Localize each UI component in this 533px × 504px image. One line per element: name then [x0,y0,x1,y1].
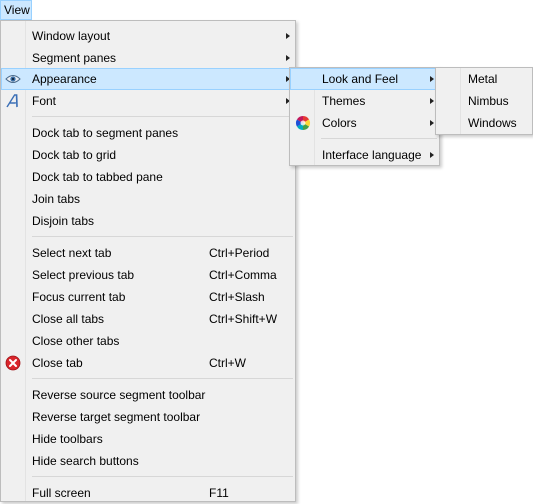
menu-separator [32,236,293,237]
menu-item-label: Look and Feel [322,72,399,86]
menu-item-shortcut: Ctrl+Comma [209,268,277,282]
menu-item-select-previous-tab[interactable]: Select previous tab Ctrl+Comma [1,264,295,286]
menu-item-label: Reverse source segment toolbar [32,388,206,402]
eye-icon [5,75,21,83]
menu-item-dock-tabbed-pane[interactable]: Dock tab to tabbed pane [1,166,295,188]
menu-item-metal[interactable]: Metal [436,68,532,90]
menu-item-close-tab[interactable]: Close tab Ctrl+W [1,352,295,374]
menu-item-dock-grid[interactable]: Dock tab to grid [1,144,295,166]
menu-item-label: Select next tab [32,246,112,260]
menu-item-shortcut: F11 [209,486,229,500]
menu-item-label: Close all tabs [32,312,105,326]
menu-item-label: Interface language [322,148,422,162]
submenu-arrow-icon [286,33,290,39]
menu-item-nimbus[interactable]: Nimbus [436,90,532,112]
menu-item-shortcut: Ctrl+Slash [209,290,265,304]
submenu-arrow-icon [430,76,434,82]
submenu-arrow-icon [430,152,434,158]
menu-item-windows[interactable]: Windows [436,112,532,134]
menu-item-label: Appearance [32,72,97,86]
menu-item-label: Close other tabs [32,334,120,348]
menu-item-hide-search-buttons[interactable]: Hide search buttons [1,450,295,472]
menu-item-themes[interactable]: Themes [290,90,439,112]
menubar-view[interactable]: View [0,0,32,20]
menu-item-label: Metal [468,72,498,86]
menu-item-label: Dock tab to segment panes [32,126,179,140]
menu-item-shortcut: Ctrl+Period [209,246,270,260]
menu-item-label: Font [32,94,57,108]
menu-item-label: Close tab [32,356,83,370]
menu-item-label: Dock tab to tabbed pane [32,170,163,184]
menu-item-hide-toolbars[interactable]: Hide toolbars [1,428,295,450]
menu-item-label: Hide toolbars [32,432,103,446]
menu-item-colors[interactable]: Colors [290,112,439,134]
menu-item-font[interactable]: Font [1,90,295,112]
view-menu: Window layout Segment panes Appearance F… [0,20,296,502]
appearance-submenu: Look and Feel Themes Colors Interface la… [289,67,440,166]
menu-separator [32,476,293,477]
menu-item-shortcut: Ctrl+Shift+W [209,312,278,326]
menu-item-reverse-target-toolbar[interactable]: Reverse target segment toolbar [1,406,295,428]
menu-item-label: Themes [322,94,366,108]
menu-item-label: Reverse target segment toolbar [32,410,201,424]
menu-item-reverse-source-toolbar[interactable]: Reverse source segment toolbar [1,384,295,406]
menu-separator [321,138,437,139]
menu-item-label: Windows [468,116,517,130]
menu-item-full-screen[interactable]: Full screen F11 [1,482,295,504]
menu-item-label: Nimbus [468,94,509,108]
menu-item-label: Disjoin tabs [32,214,95,228]
menu-item-label: Segment panes [32,51,117,65]
menu-item-label: Window layout [32,29,111,43]
menu-item-shortcut: Ctrl+W [209,356,246,370]
menu-item-look-and-feel[interactable]: Look and Feel [290,68,439,90]
menu-item-join-tabs[interactable]: Join tabs [1,188,295,210]
submenu-arrow-icon [430,120,434,126]
close-red-icon [5,355,21,371]
color-wheel-icon [296,116,310,130]
menu-item-close-all-tabs[interactable]: Close all tabs Ctrl+Shift+W [1,308,295,330]
look-and-feel-submenu: Metal Nimbus Windows [435,67,533,135]
menu-item-focus-current-tab[interactable]: Focus current tab Ctrl+Slash [1,286,295,308]
menu-item-segment-panes[interactable]: Segment panes [1,47,295,69]
menu-separator [32,116,293,117]
menu-item-label: Dock tab to grid [32,148,117,162]
submenu-arrow-icon [430,98,434,104]
menu-item-label: Join tabs [32,192,81,206]
menu-item-dock-segment-panes[interactable]: Dock tab to segment panes [1,122,295,144]
menu-item-label: Full screen [32,486,91,500]
menu-item-window-layout[interactable]: Window layout [1,25,295,47]
menu-item-appearance[interactable]: Appearance [1,68,295,90]
menu-item-label: Focus current tab [32,290,126,304]
menu-item-label: Hide search buttons [32,454,139,468]
menu-item-close-other-tabs[interactable]: Close other tabs [1,330,295,352]
font-icon [6,94,18,108]
menu-item-label: Colors [322,116,357,130]
menu-item-disjoin-tabs[interactable]: Disjoin tabs [1,210,295,232]
menu-item-label: Select previous tab [32,268,135,282]
submenu-arrow-icon [286,55,290,61]
menu-item-interface-language[interactable]: Interface language [290,144,439,166]
menu-separator [32,378,293,379]
menu-item-select-next-tab[interactable]: Select next tab Ctrl+Period [1,242,295,264]
